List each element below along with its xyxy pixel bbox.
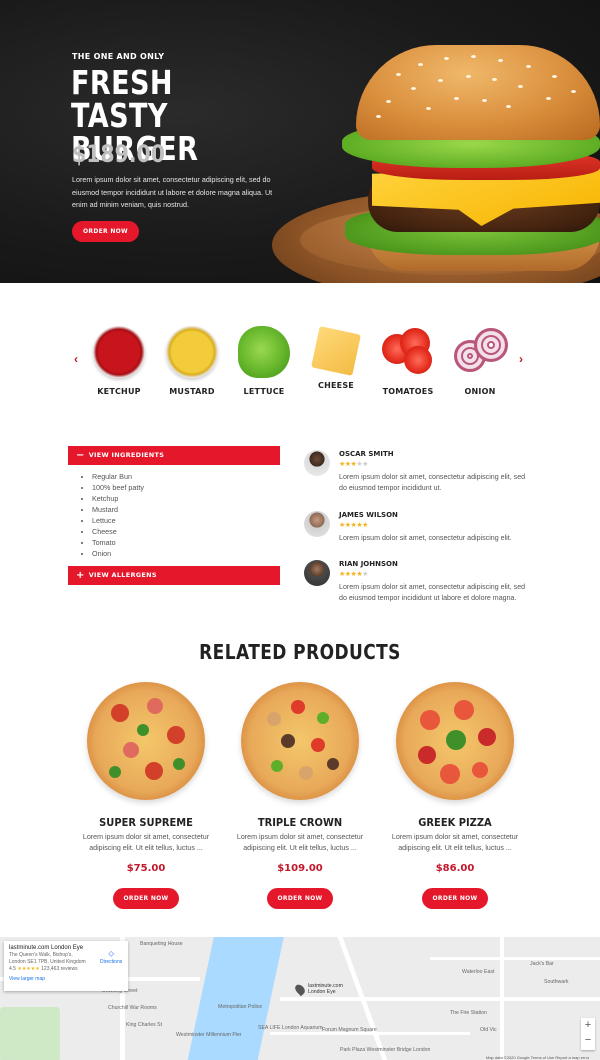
pizza-image	[87, 682, 205, 800]
accordion-label: VIEW ALLERGENS	[88, 571, 157, 579]
list-item: Ketchup	[92, 493, 144, 504]
view-allergens-toggle[interactable]: + VIEW ALLERGENS	[68, 566, 280, 585]
map-label: Forum Magnum Square	[322, 1027, 377, 1033]
product-card: TRIPLE CROWN Lorem ipsum dolor sit amet,…	[225, 682, 375, 909]
hero-description: Lorem ipsum dolor sit amet, consectetur …	[72, 175, 273, 209]
list-item: Cheese	[92, 526, 144, 537]
list-item: Regular Bun	[92, 471, 144, 482]
map-footer: Map data ©2020 Google Terms of Use Repor…	[486, 1055, 590, 1060]
review-text: Lorem ipsum dolor sit amet, consectetur …	[339, 473, 526, 492]
ingredient-label: CHEESE	[318, 381, 354, 390]
avatar	[304, 511, 330, 537]
ingredient-tomatoes[interactable]: TOMATOES	[380, 326, 436, 396]
list-item: Onion	[92, 548, 144, 559]
reviewer-name: RIAN JOHNSON	[339, 560, 398, 568]
onion-image	[454, 326, 508, 378]
minus-icon: −	[76, 450, 85, 461]
cheese-image	[311, 326, 361, 376]
ingredient-label: ONION	[464, 387, 496, 396]
ingredients-list: Regular Bun 100% beef patty Ketchup Must…	[92, 471, 144, 559]
directions-button[interactable]: ⬦ Directions	[100, 949, 122, 965]
zoom-in-button[interactable]: +	[581, 1018, 595, 1033]
product-name: TRIPLE CROWN	[257, 816, 343, 829]
reviewer-name: OSCAR SMITH	[339, 450, 394, 458]
list-item: Mustard	[92, 504, 144, 515]
ingredient-mustard[interactable]: MUSTARD	[164, 326, 220, 396]
hero-price: $189.00	[72, 140, 165, 168]
pizza-image	[241, 682, 359, 800]
zoom-out-button[interactable]: −	[581, 1033, 595, 1048]
tomatoes-image	[382, 326, 434, 378]
product-price: $109.00	[277, 863, 323, 874]
map-label: Southwark	[544, 979, 569, 985]
view-larger-map-link[interactable]: View larger map	[9, 976, 123, 982]
ingredient-ketchup[interactable]: KETCHUP	[91, 326, 147, 396]
view-ingredients-toggle[interactable]: − VIEW INGREDIENTS	[68, 446, 280, 465]
river-thames	[186, 937, 284, 1060]
map-label: Metropolitan Police	[218, 1004, 263, 1010]
map-label: Jack's Bar	[530, 961, 554, 967]
map-label: SEA LIFE London Aquarium	[258, 1025, 323, 1031]
pizza-image	[396, 682, 514, 800]
star-icon: ★★★★★	[17, 966, 40, 972]
map-label: Westminster Millennium Pier	[176, 1032, 242, 1038]
reviewer-name: JAMES WILSON	[339, 511, 398, 519]
order-now-button[interactable]: ORDER NOW	[267, 888, 333, 909]
product-card: GREEK PIZZA Lorem ipsum dolor sit amet, …	[380, 682, 530, 909]
avatar	[304, 450, 330, 476]
map-label: Banqueting House	[140, 941, 183, 947]
accordion-label: VIEW INGREDIENTS	[88, 451, 165, 459]
chevron-left-icon[interactable]: ‹	[74, 352, 78, 366]
ketchup-image	[93, 326, 145, 378]
chevron-right-icon[interactable]: ›	[519, 352, 523, 366]
star-rating: ★★★★★	[339, 522, 368, 529]
ingredient-label: LETTUCE	[243, 387, 285, 396]
plus-icon: +	[76, 570, 85, 581]
product-price: $86.00	[435, 863, 475, 874]
hero-banner: THE ONE AND ONLY FRESH TASTY BURGER $189…	[0, 0, 600, 283]
map-label: Churchill War Rooms	[108, 1005, 157, 1011]
ingredient-lettuce[interactable]: LETTUCE	[236, 326, 292, 396]
order-now-button[interactable]: ORDER NOW	[113, 888, 179, 909]
list-item: Tomato	[92, 537, 144, 548]
place-address: The Queen's Walk, Bishop's, London SE1 7…	[9, 952, 86, 965]
ingredient-label: KETCHUP	[97, 387, 141, 396]
lettuce-image	[238, 326, 290, 378]
map-label: Park Plaza Westminster Bridge London	[340, 1047, 431, 1053]
map-pin-label: lastminute.com London Eye	[308, 983, 343, 995]
product-description: Lorem ipsum dolor sit amet, consectetur …	[236, 833, 364, 852]
ingredient-label: MUSTARD	[169, 387, 215, 396]
product-description: Lorem ipsum dolor sit amet, consectetur …	[391, 833, 519, 852]
product-price: $75.00	[126, 863, 166, 874]
product-name: SUPER SUPREME	[99, 816, 193, 829]
map-label: Old Vic	[480, 1027, 497, 1033]
hero-order-button[interactable]: ORDER NOW	[72, 221, 139, 242]
product-card: SUPER SUPREME Lorem ipsum dolor sit amet…	[71, 682, 221, 909]
zoom-controls: + −	[581, 1018, 595, 1050]
star-rating: ★★★★★	[339, 571, 368, 578]
related-products-title: RELATED PRODUCTS	[199, 640, 401, 664]
place-card: lastminute.com London Eye The Queen's Wa…	[4, 941, 128, 991]
ingredient-label: TOMATOES	[382, 387, 434, 396]
list-item: Lettuce	[92, 515, 144, 526]
hero-kicker: THE ONE AND ONLY	[72, 52, 165, 61]
place-rating: 4.5 ★★★★★ 123,463 reviews	[9, 966, 78, 972]
product-name: GREEK PIZZA	[418, 816, 492, 829]
mustard-image	[166, 326, 218, 378]
directions-icon: ⬦	[108, 949, 114, 958]
map-label: The Fire Station	[450, 1010, 487, 1016]
list-item: 100% beef patty	[92, 482, 144, 493]
ingredient-onion[interactable]: ONION	[452, 326, 508, 396]
star-rating: ★★★★★	[339, 461, 368, 468]
review-text: Lorem ipsum dolor sit amet, consectetur …	[339, 583, 526, 602]
order-now-button[interactable]: ORDER NOW	[422, 888, 488, 909]
product-description: Lorem ipsum dolor sit amet, consectetur …	[82, 833, 210, 852]
ingredient-cheese[interactable]: CHEESE	[308, 326, 364, 390]
map-label: Waterloo East	[462, 969, 495, 975]
map-label: King Charles St	[126, 1022, 163, 1028]
review-text: Lorem ipsum dolor sit amet, consectetur …	[339, 534, 512, 542]
avatar	[304, 560, 330, 586]
